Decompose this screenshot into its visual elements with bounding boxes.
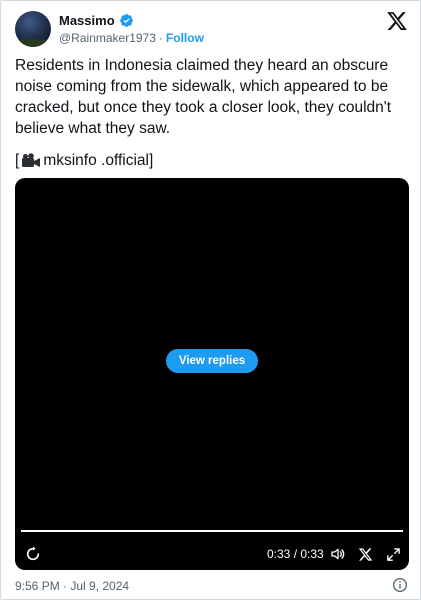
fullscreen-icon[interactable] xyxy=(383,544,403,564)
credit-bracket: [ xyxy=(15,152,20,169)
avatar[interactable] xyxy=(15,11,51,47)
credit-name: mksinfo .official] xyxy=(43,152,154,169)
x-logo-icon[interactable] xyxy=(386,10,408,32)
separator-dot: · xyxy=(158,31,163,45)
tweet-card: Massimo @Rainmaker1973 · Follow Resident… xyxy=(0,0,421,600)
follow-button[interactable]: Follow xyxy=(166,31,204,45)
replay-icon[interactable] xyxy=(23,544,43,564)
tweet-body: Residents in Indonesia claimed they hear… xyxy=(15,57,392,137)
handle-row: @Rainmaker1973 · Follow xyxy=(59,31,204,45)
video-progress-bar[interactable] xyxy=(21,530,403,532)
tweet-timestamp[interactable]: 9:56 PM · Jul 9, 2024 xyxy=(15,579,129,593)
video-camera-icon xyxy=(22,152,41,167)
author-name[interactable]: Massimo xyxy=(59,13,115,28)
verified-badge-icon xyxy=(119,14,133,27)
info-icon[interactable] xyxy=(392,577,408,593)
video-player[interactable]: View replies 0:33 / 0:33 xyxy=(15,178,409,570)
author-handle[interactable]: @Rainmaker1973 xyxy=(59,31,156,45)
view-replies-button[interactable]: View replies xyxy=(166,349,258,373)
tweet-text: Residents in Indonesia claimed they hear… xyxy=(15,55,410,139)
video-time: 0:33 / 0:33 xyxy=(267,547,324,561)
volume-icon[interactable] xyxy=(328,544,348,564)
media-credit: [ mksinfo .official] xyxy=(15,150,153,171)
author-name-row: Massimo xyxy=(59,13,134,28)
x-logo-small-icon[interactable] xyxy=(355,544,375,564)
